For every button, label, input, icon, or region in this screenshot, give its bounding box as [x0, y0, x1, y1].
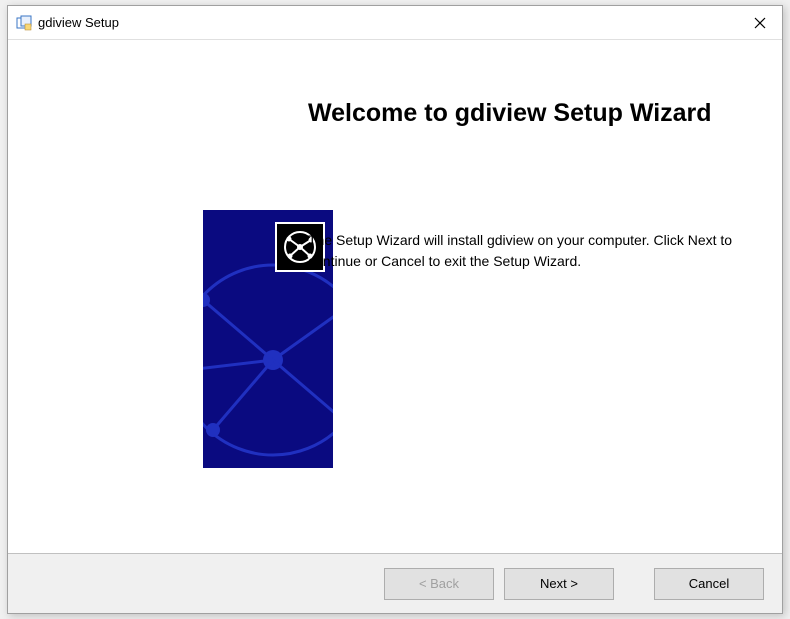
content-area: Welcome to gdiview Setup Wizard: [8, 40, 782, 553]
titlebar: gdiview Setup: [8, 6, 782, 40]
wizard-body-text: The Setup Wizard will install gdiview on…: [308, 230, 742, 272]
installer-icon: [16, 15, 32, 31]
cancel-button[interactable]: Cancel: [654, 568, 764, 600]
next-button[interactable]: Next >: [504, 568, 614, 600]
close-button[interactable]: [737, 8, 782, 38]
button-bar: < Back Next > Cancel: [8, 553, 782, 613]
close-icon: [754, 17, 766, 29]
banner-network-graphic: [203, 260, 333, 460]
back-button: < Back: [384, 568, 494, 600]
setup-dialog: gdiview Setup Welcome to gdiview Setup W…: [7, 5, 783, 614]
window-title: gdiview Setup: [38, 15, 737, 30]
wizard-heading: Welcome to gdiview Setup Wizard: [308, 98, 742, 129]
